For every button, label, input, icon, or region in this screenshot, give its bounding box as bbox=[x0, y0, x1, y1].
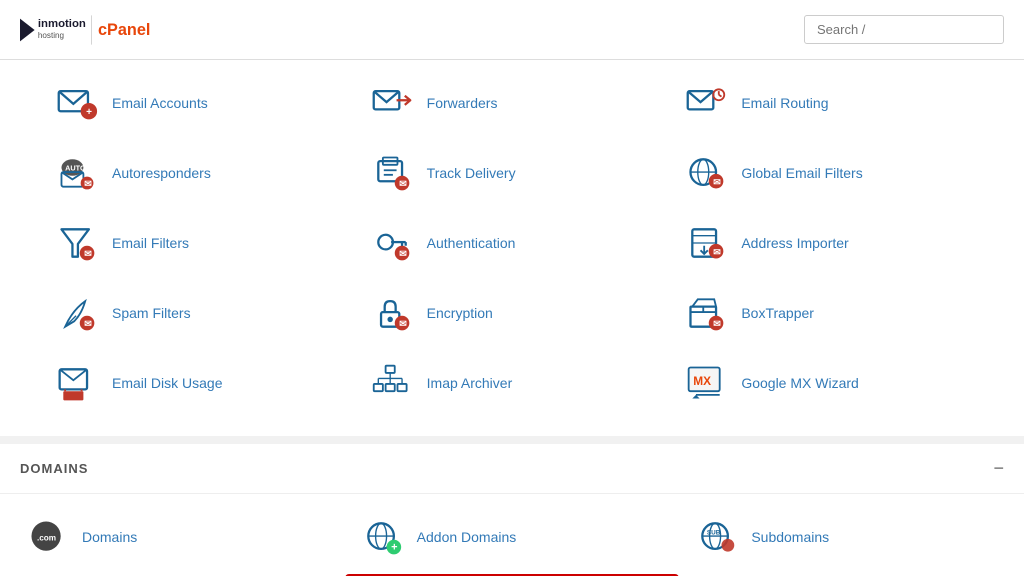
grid-item-imap-archiver[interactable]: Imap Archiver bbox=[355, 350, 670, 416]
track-delivery-label: Track Delivery bbox=[427, 165, 516, 181]
track-delivery-icon: ✉ bbox=[369, 150, 415, 196]
email-disk-usage-label: Email Disk Usage bbox=[112, 375, 222, 391]
svg-text:✉: ✉ bbox=[84, 249, 92, 259]
encryption-icon: ✉ bbox=[369, 290, 415, 336]
global-filters-icon: ✉ bbox=[683, 150, 729, 196]
grid-item-authentication[interactable]: ✉ Authentication bbox=[355, 210, 670, 276]
grid-item-email-disk-usage[interactable]: Email Disk Usage bbox=[40, 350, 355, 416]
grid-item-subdomains[interactable]: SUB Subdomains bbox=[679, 504, 1014, 570]
spam-filters-label: Spam Filters bbox=[112, 305, 191, 321]
email-routing-icon bbox=[683, 80, 729, 126]
grid-item-track-delivery[interactable]: ✉ Track Delivery bbox=[355, 140, 670, 206]
grid-item-domains[interactable]: .com Domains bbox=[10, 504, 345, 570]
svg-text:MX: MX bbox=[694, 374, 712, 388]
svg-text:+: + bbox=[391, 542, 397, 554]
svg-text:cPanel: cPanel bbox=[98, 20, 150, 38]
grid-item-email-accounts[interactable]: + Email Accounts bbox=[40, 70, 355, 136]
global-filters-label: Global Email Filters bbox=[741, 165, 862, 181]
encryption-label: Encryption bbox=[427, 305, 493, 321]
subdomains-icon: SUB bbox=[693, 514, 739, 560]
svg-text:✉: ✉ bbox=[714, 319, 722, 329]
svg-text:hosting: hosting bbox=[38, 31, 64, 40]
svg-text:✉: ✉ bbox=[84, 179, 92, 189]
email-filters-label: Email Filters bbox=[112, 235, 189, 251]
domains-section-title: DOMAINS bbox=[20, 461, 88, 476]
google-mx-icon: MX bbox=[683, 360, 729, 406]
svg-text:✉: ✉ bbox=[714, 247, 722, 257]
authentication-icon: ✉ bbox=[369, 220, 415, 266]
svg-text:.com: .com bbox=[37, 534, 56, 543]
email-accounts-icon: + bbox=[54, 80, 100, 126]
address-importer-label: Address Importer bbox=[741, 235, 848, 251]
autoresponders-icon: AUTO ✉ bbox=[54, 150, 100, 196]
grid-item-addon-domains[interactable]: + Addon Domains bbox=[345, 504, 680, 570]
grid-item-global-filters[interactable]: ✉ Global Email Filters bbox=[669, 140, 984, 206]
grid-item-forwarders[interactable]: Forwarders bbox=[355, 70, 670, 136]
svg-text:✉: ✉ bbox=[399, 249, 407, 259]
header: inmotion hosting cPanel bbox=[0, 0, 1024, 60]
svg-text:✉: ✉ bbox=[399, 179, 407, 189]
boxtrapper-icon: ✉ bbox=[683, 290, 729, 336]
autoresponders-label: Autoresponders bbox=[112, 165, 211, 181]
grid-item-spam-filters[interactable]: ✉ Spam Filters bbox=[40, 280, 355, 346]
addon-domains-label: Addon Domains bbox=[417, 529, 517, 545]
subdomains-label: Subdomains bbox=[751, 529, 829, 545]
domains-icon: .com bbox=[24, 514, 70, 560]
inmotion-logo: inmotion hosting cPanel bbox=[20, 10, 150, 50]
svg-text:SUB: SUB bbox=[707, 529, 721, 536]
logo-area: inmotion hosting cPanel bbox=[20, 10, 150, 50]
email-filters-icon: ✉ bbox=[54, 220, 100, 266]
imap-archiver-icon bbox=[369, 360, 415, 406]
svg-text:inmotion: inmotion bbox=[38, 17, 86, 29]
authentication-label: Authentication bbox=[427, 235, 516, 251]
svg-text:AUTO: AUTO bbox=[65, 163, 86, 172]
email-routing-label: Email Routing bbox=[741, 95, 828, 111]
email-disk-usage-icon bbox=[54, 360, 100, 406]
email-section: + Email Accounts Forwarders bbox=[0, 60, 1024, 436]
spam-filters-icon: ✉ bbox=[54, 290, 100, 336]
google-mx-label: Google MX Wizard bbox=[741, 375, 858, 391]
domains-label: Domains bbox=[82, 529, 137, 545]
svg-text:✉: ✉ bbox=[399, 319, 407, 329]
email-accounts-label: Email Accounts bbox=[112, 95, 208, 111]
main-content: + Email Accounts Forwarders bbox=[0, 60, 1024, 576]
imap-archiver-label: Imap Archiver bbox=[427, 375, 513, 391]
grid-item-email-routing[interactable]: Email Routing bbox=[669, 70, 984, 136]
svg-text:✉: ✉ bbox=[84, 319, 92, 329]
search-input[interactable] bbox=[804, 15, 1004, 44]
forwarders-label: Forwarders bbox=[427, 95, 498, 111]
domains-section-header: DOMAINS − bbox=[0, 444, 1024, 494]
addon-domains-icon: + bbox=[359, 514, 405, 560]
forwarders-icon bbox=[369, 80, 415, 126]
grid-item-address-importer[interactable]: ✉ Address Importer bbox=[669, 210, 984, 276]
grid-item-boxtrapper[interactable]: ✉ BoxTrapper bbox=[669, 280, 984, 346]
svg-text:+: + bbox=[86, 107, 92, 118]
svg-text:✉: ✉ bbox=[714, 177, 722, 187]
domains-toggle-button[interactable]: − bbox=[993, 458, 1004, 479]
grid-item-autoresponders[interactable]: AUTO ✉ Autoresponders bbox=[40, 140, 355, 206]
grid-item-email-filters[interactable]: ✉ Email Filters bbox=[40, 210, 355, 276]
grid-item-encryption[interactable]: ✉ Encryption bbox=[355, 280, 670, 346]
grid-item-google-mx[interactable]: MX Google MX Wizard bbox=[669, 350, 984, 416]
domains-section: DOMAINS − .com Domains bbox=[0, 444, 1024, 576]
email-items-grid: + Email Accounts Forwarders bbox=[30, 70, 994, 416]
domains-items-grid: .com Domains + Addon Domains bbox=[0, 494, 1024, 576]
boxtrapper-label: BoxTrapper bbox=[741, 305, 814, 321]
address-importer-icon: ✉ bbox=[683, 220, 729, 266]
